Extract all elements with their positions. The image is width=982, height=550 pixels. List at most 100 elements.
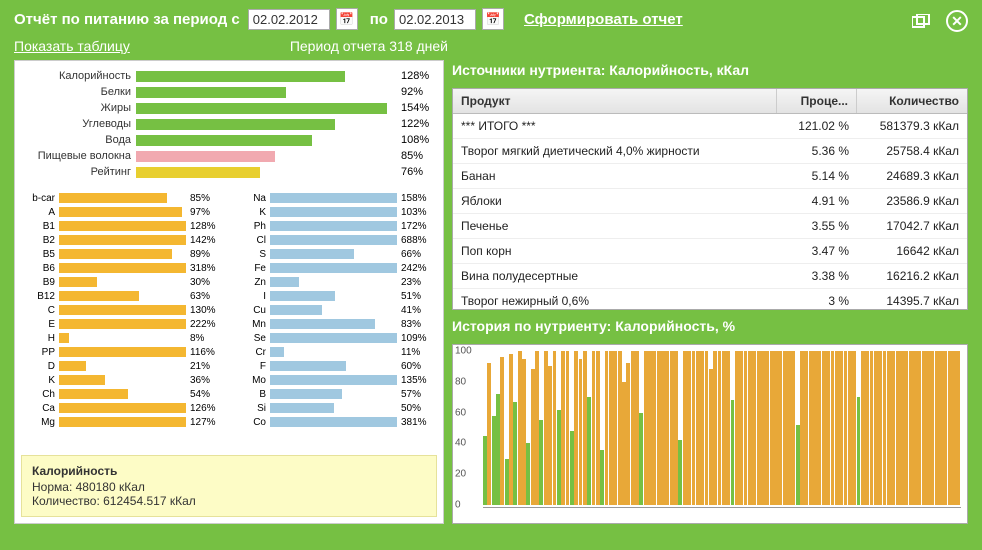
- table-row[interactable]: Поп корн 3.47 % 16642 кКал: [453, 239, 967, 264]
- nutrient-row[interactable]: B 57%: [232, 387, 437, 401]
- nutrient-label: Se: [232, 333, 270, 344]
- history-bar: [579, 359, 583, 505]
- calendar-icon: 📅: [486, 12, 501, 26]
- col-product[interactable]: Продукт: [453, 89, 777, 113]
- nutrient-row[interactable]: K 36%: [21, 373, 226, 387]
- nutrient-row[interactable]: Se 109%: [232, 331, 437, 345]
- nutrient-label: A: [21, 207, 59, 218]
- date-to-input[interactable]: [394, 9, 476, 30]
- nutrient-label: B2: [21, 235, 59, 246]
- summary-bar-row[interactable]: Вода 108%: [21, 133, 437, 147]
- nutrient-label: B1: [21, 221, 59, 232]
- history-bar: [557, 410, 561, 505]
- nutrient-row[interactable]: Cu 41%: [232, 303, 437, 317]
- nutrient-label: Cu: [232, 305, 270, 316]
- summary-bar-label: Белки: [21, 86, 136, 98]
- nutrient-pct: 23%: [397, 277, 437, 288]
- history-bar: [930, 351, 934, 505]
- nutrient-row[interactable]: B5 89%: [21, 247, 226, 261]
- history-bar: [544, 351, 548, 505]
- nutrient-pct: 135%: [397, 375, 437, 386]
- nutrient-row[interactable]: Co 381%: [232, 415, 437, 429]
- table-row[interactable]: Яблоки 4.91 % 23586.9 кКал: [453, 189, 967, 214]
- history-bar: [522, 359, 526, 505]
- date-from-input[interactable]: [248, 9, 330, 30]
- nutrient-row[interactable]: Si 50%: [232, 401, 437, 415]
- cell-pct: 3 %: [777, 289, 857, 309]
- nutrient-row[interactable]: B12 63%: [21, 289, 226, 303]
- table-row[interactable]: Творог нежирный 0,6% 3 % 14395.7 кКал: [453, 289, 967, 309]
- nutrient-row[interactable]: B6 318%: [21, 261, 226, 275]
- generate-report-link[interactable]: Сформировать отчет: [524, 11, 683, 28]
- nutrient-pct: 36%: [186, 375, 226, 386]
- history-bar: [496, 394, 500, 505]
- nutrient-row[interactable]: Ch 54%: [21, 387, 226, 401]
- summary-bar-row[interactable]: Углеводы 122%: [21, 117, 437, 131]
- nutrient-pct: 30%: [186, 277, 226, 288]
- table-row[interactable]: Банан 5.14 % 24689.3 кКал: [453, 164, 967, 189]
- calendar-from-button[interactable]: 📅: [336, 8, 358, 30]
- cell-pct: 4.91 %: [777, 189, 857, 213]
- nutrient-row[interactable]: b-car 85%: [21, 191, 226, 205]
- summary-bar-row[interactable]: Пищевые волокна 85%: [21, 149, 437, 163]
- close-button[interactable]: ✕: [946, 10, 968, 32]
- ytick-label: 0: [455, 500, 461, 511]
- nutrient-row[interactable]: I 51%: [232, 289, 437, 303]
- nutrient-pct: 60%: [397, 361, 437, 372]
- summary-bar-row[interactable]: Калорийность 128%: [21, 69, 437, 83]
- nutrient-row[interactable]: B2 142%: [21, 233, 226, 247]
- col-qty[interactable]: Количество: [857, 89, 967, 113]
- table-row[interactable]: Вина полудесертные 3.38 % 16216.2 кКал: [453, 264, 967, 289]
- history-bar: [518, 351, 522, 505]
- nutrient-label: PP: [21, 347, 59, 358]
- summary-bar-row[interactable]: Жиры 154%: [21, 101, 437, 115]
- windows-icon[interactable]: [910, 10, 932, 32]
- history-bar: [600, 450, 604, 505]
- summary-bar-label: Пищевые волокна: [21, 150, 136, 162]
- nutrient-row[interactable]: Mn 83%: [232, 317, 437, 331]
- nutrient-row[interactable]: C 130%: [21, 303, 226, 317]
- nutrient-row[interactable]: PP 116%: [21, 345, 226, 359]
- calendar-to-button[interactable]: 📅: [482, 8, 504, 30]
- cell-product: Вина полудесертные: [453, 264, 777, 288]
- nutrient-label: B9: [21, 277, 59, 288]
- summary-bar-row[interactable]: Белки 92%: [21, 85, 437, 99]
- history-bar: [483, 436, 487, 505]
- history-bar: [765, 351, 769, 505]
- nutrient-row[interactable]: Cl 688%: [232, 233, 437, 247]
- period-note: Период отчета 318 дней: [290, 38, 448, 54]
- history-bar: [883, 351, 887, 505]
- summary-bar-row[interactable]: Рейтинг 76%: [21, 165, 437, 179]
- nutrient-row[interactable]: B1 128%: [21, 219, 226, 233]
- nutrient-row[interactable]: B9 30%: [21, 275, 226, 289]
- nutrient-row[interactable]: Mo 135%: [232, 373, 437, 387]
- history-bar: [583, 351, 587, 505]
- table-row[interactable]: *** ИТОГО *** 121.02 % 581379.3 кКал: [453, 114, 967, 139]
- close-icon: ✕: [951, 13, 963, 30]
- nutrient-pct: 116%: [186, 347, 226, 358]
- nutrient-pct: 51%: [397, 291, 437, 302]
- nutrient-row[interactable]: Na 158%: [232, 191, 437, 205]
- show-table-link[interactable]: Показать таблицу: [14, 38, 130, 54]
- nutrient-row[interactable]: H 8%: [21, 331, 226, 345]
- nutrient-row[interactable]: F 60%: [232, 359, 437, 373]
- nutrient-row[interactable]: D 21%: [21, 359, 226, 373]
- nutrient-row[interactable]: A 97%: [21, 205, 226, 219]
- table-row[interactable]: Творог мягкий диетический 4,0% жирности …: [453, 139, 967, 164]
- nutrient-pct: 130%: [186, 305, 226, 316]
- nutrient-label: Co: [232, 417, 270, 428]
- nutrient-row[interactable]: S 66%: [232, 247, 437, 261]
- col-percent[interactable]: Проце...: [777, 89, 857, 113]
- nutrient-row[interactable]: Zn 23%: [232, 275, 437, 289]
- nutrient-label: Mn: [232, 319, 270, 330]
- nutrient-row[interactable]: Fe 242%: [232, 261, 437, 275]
- table-row[interactable]: Печенье 3.55 % 17042.7 кКал: [453, 214, 967, 239]
- nutrient-row[interactable]: Mg 127%: [21, 415, 226, 429]
- nutrient-row[interactable]: K 103%: [232, 205, 437, 219]
- nutrient-row[interactable]: Ph 172%: [232, 219, 437, 233]
- nutrient-row[interactable]: E 222%: [21, 317, 226, 331]
- history-bar: [644, 351, 648, 505]
- summary-bar-label: Вода: [21, 134, 136, 146]
- nutrient-row[interactable]: Ca 126%: [21, 401, 226, 415]
- nutrient-row[interactable]: Cr 11%: [232, 345, 437, 359]
